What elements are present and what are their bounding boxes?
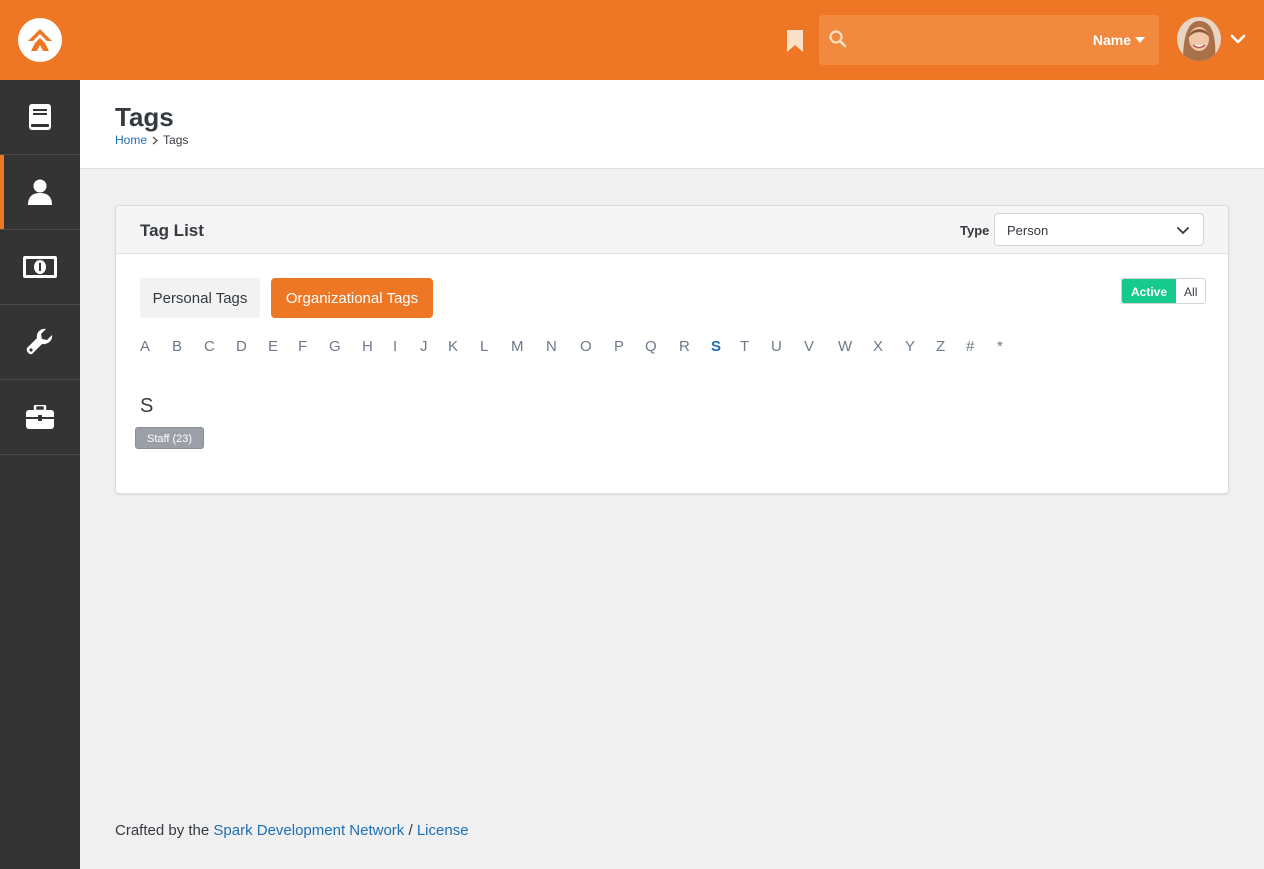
letter-filter-n[interactable]: N xyxy=(546,338,557,355)
letter-filter-e[interactable]: E xyxy=(268,338,278,355)
search-filter-label: Name xyxy=(1092,32,1131,48)
tag-badge[interactable]: Staff (23) xyxy=(135,427,205,449)
top-bar: Name xyxy=(0,0,1264,80)
type-select-value: Person xyxy=(1007,223,1049,238)
type-select[interactable]: Person xyxy=(994,213,1204,246)
rock-logo-icon[interactable] xyxy=(18,18,62,62)
type-label: Type xyxy=(960,223,990,238)
footer-license-link[interactable]: License xyxy=(417,822,469,839)
letter-filter-l[interactable]: L xyxy=(480,338,488,355)
active-toggle-button[interactable]: Active xyxy=(1122,279,1177,303)
briefcase-icon xyxy=(26,405,54,429)
group-letter-heading: S xyxy=(140,395,154,417)
breadcrumb-current: Tags xyxy=(163,133,189,147)
chevron-right-icon xyxy=(152,135,159,145)
all-toggle-button[interactable]: All xyxy=(1176,279,1206,303)
footer-spark-link[interactable]: Spark Development Network xyxy=(213,822,404,839)
bookmark-icon[interactable] xyxy=(785,30,805,52)
caret-down-icon xyxy=(1135,37,1145,43)
letter-filter-h[interactable]: H xyxy=(362,338,373,355)
money-icon xyxy=(23,256,57,278)
footer: Crafted by the Spark Development Network… xyxy=(115,822,469,839)
sidebar-item-finance[interactable] xyxy=(0,230,80,305)
organizational-tags-button[interactable]: Organizational Tags xyxy=(271,278,433,318)
chevron-down-icon xyxy=(1177,227,1189,235)
sidebar xyxy=(0,80,80,869)
letter-filter-p[interactable]: P xyxy=(614,338,624,355)
avatar[interactable] xyxy=(1177,17,1221,61)
letter-filter-i[interactable]: I xyxy=(393,338,397,355)
letter-filter-a[interactable]: A xyxy=(140,338,150,355)
page-header: Tags Home Tags xyxy=(80,80,1264,169)
panel-heading: Tag List Type Person xyxy=(116,206,1228,254)
letter-filter-x[interactable]: X xyxy=(873,338,883,355)
footer-separator: / xyxy=(408,822,413,839)
letter-filter-b[interactable]: B xyxy=(172,338,182,355)
page-title: Tags xyxy=(115,102,174,132)
letter-filter-d[interactable]: D xyxy=(236,338,247,355)
letter-filter-j[interactable]: J xyxy=(420,338,428,355)
letter-filter-o[interactable]: O xyxy=(580,338,592,355)
panel-title: Tag List xyxy=(140,221,204,240)
letter-filter-r[interactable]: R xyxy=(679,338,690,355)
sidebar-item-admin[interactable] xyxy=(0,380,80,455)
person-icon xyxy=(28,179,52,205)
letter-filter-m[interactable]: M xyxy=(511,338,524,355)
letter-filter-q[interactable]: Q xyxy=(645,338,657,355)
sidebar-item-books[interactable] xyxy=(0,80,80,155)
letter-filter-v[interactable]: V xyxy=(804,338,814,355)
search-bar: Name xyxy=(819,15,1159,65)
personal-tags-button[interactable]: Personal Tags xyxy=(140,278,260,318)
search-icon xyxy=(829,30,849,50)
letter-filter-f[interactable]: F xyxy=(298,338,307,355)
status-toggle: Active All xyxy=(1121,278,1207,304)
letter-filter-hash[interactable]: # xyxy=(966,338,974,355)
letter-filter-s[interactable]: S xyxy=(711,338,721,355)
tag-list-panel: Tag List Type Person Personal Tags Organ… xyxy=(115,205,1229,494)
letter-filter-all[interactable]: * xyxy=(997,338,1003,355)
sidebar-item-people[interactable] xyxy=(0,155,80,230)
letter-filter-w[interactable]: W xyxy=(838,338,852,355)
sidebar-item-tools[interactable] xyxy=(0,305,80,380)
letter-filter-y[interactable]: Y xyxy=(905,338,915,355)
letter-filter-c[interactable]: C xyxy=(204,338,215,355)
letter-filter-g[interactable]: G xyxy=(329,338,341,355)
wrench-icon xyxy=(26,328,53,355)
book-icon xyxy=(29,104,51,130)
breadcrumb-home-link[interactable]: Home xyxy=(115,133,147,147)
search-filter-dropdown[interactable]: Name xyxy=(1093,32,1145,48)
search-input[interactable] xyxy=(859,25,1079,55)
letter-filter-t[interactable]: T xyxy=(740,338,749,355)
footer-prefix: Crafted by the xyxy=(115,822,210,839)
chevron-down-icon[interactable] xyxy=(1230,31,1248,49)
letter-filter-k[interactable]: K xyxy=(448,338,458,355)
breadcrumb: Home Tags xyxy=(115,133,188,147)
letter-filter-u[interactable]: U xyxy=(771,338,782,355)
letter-filter-z[interactable]: Z xyxy=(936,338,945,355)
